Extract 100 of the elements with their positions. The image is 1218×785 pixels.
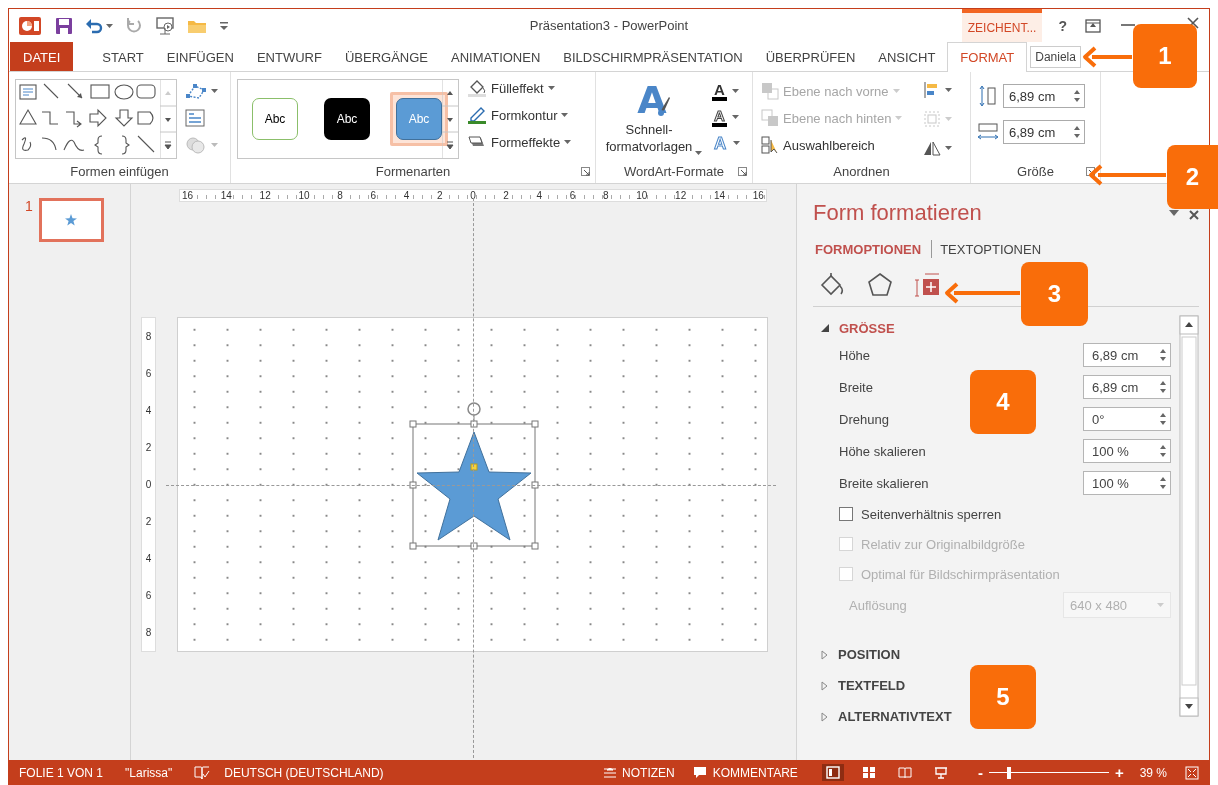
section-header[interactable]: ALTERNATIVTEXT [838, 709, 952, 724]
caret-icon [895, 116, 903, 120]
section-header[interactable]: TEXTFELD [838, 678, 906, 693]
text-box-shape-icon[interactable] [19, 84, 37, 100]
ribbon-tab[interactable]: ANSICHT [867, 42, 947, 71]
collapsed-icon[interactable] [821, 649, 828, 660]
ruler-label: 14 [713, 190, 725, 201]
size-properties-icon[interactable] [915, 272, 941, 298]
scrollbar[interactable] [1179, 315, 1199, 717]
pane-tab[interactable]: TEXTOPTIONEN [938, 241, 1048, 257]
slide-thumbnail[interactable] [38, 198, 104, 242]
ribbon-tab[interactable]: BILDSCHIRMPRÄSENTATION [552, 42, 754, 71]
ribbon-tab[interactable]: ÜBERGÄNGE [333, 42, 439, 71]
line-shape-icon[interactable] [43, 83, 59, 99]
step-badge: 5 [970, 665, 1036, 729]
comments-button[interactable]: KOMMENTARE [692, 765, 798, 780]
slider-thumb[interactable] [1007, 766, 1012, 779]
oval-shape-icon[interactable] [114, 84, 134, 100]
save-icon[interactable] [55, 16, 73, 35]
style-gallery[interactable]: Abc Abc Abc [237, 79, 459, 159]
spin-field[interactable]: 100 % [1083, 439, 1171, 463]
section-header[interactable]: POSITION [838, 647, 901, 662]
ribbon-tab[interactable]: ENTWURF [245, 42, 333, 71]
spin-field[interactable]: 6,89 cm [1083, 343, 1171, 367]
zoom-in-button[interactable]: + [1114, 764, 1124, 781]
left-brace-shape-icon[interactable] [94, 135, 103, 155]
ruler-label: 4 [403, 190, 410, 201]
ribbon-button[interactable]: Auswahlbereich [761, 133, 911, 157]
arrow [1082, 46, 1132, 68]
collapsed-icon[interactable] [821, 711, 828, 722]
ribbon-tab[interactable]: EINFÜGEN [155, 42, 245, 71]
fit-to-window-icon[interactable] [1185, 765, 1199, 780]
ribbon-button[interactable] [923, 79, 952, 101]
language: DEUTSCH (DEUTSCHLAND) [224, 765, 384, 780]
ribbon-tab[interactable]: ÜBERPRÜFEN [754, 42, 867, 71]
text-box-icon[interactable] [185, 109, 205, 127]
ribbon-button[interactable]: Formkontur [467, 103, 572, 127]
section-header[interactable]: GRÖSSE [839, 320, 895, 336]
spin-field[interactable]: 6,89 cm [1083, 375, 1171, 399]
pane-tab[interactable]: FORMOPTIONEN [813, 241, 928, 257]
zoom-level: 39 % [1139, 765, 1167, 780]
text-format-button[interactable]: A [712, 79, 741, 103]
step-badge: 1 [1133, 24, 1197, 88]
dialog-launcher-icon[interactable] [738, 167, 747, 176]
view-button[interactable] [821, 764, 844, 781]
down-arrow-shape-icon[interactable] [114, 109, 134, 127]
pane-title: Form formatieren [813, 200, 982, 226]
close-icon[interactable] [1189, 210, 1199, 220]
paint-bucket-icon[interactable] [819, 272, 845, 298]
freeform-shape-icon[interactable] [21, 137, 32, 151]
ruler-label: 10 [298, 190, 310, 201]
checkbox[interactable] [839, 507, 853, 521]
context-tab-label: ZEICHENT... [961, 9, 1043, 42]
edit-shape-icon[interactable] [185, 82, 207, 100]
dialog-launcher-icon[interactable] [581, 167, 590, 176]
ribbon-button[interactable]: Formeffekte [467, 130, 572, 154]
spin-field[interactable]: 6,89 cm [1003, 84, 1085, 108]
arc-shape-icon[interactable] [41, 137, 57, 151]
ruler-label: 14 [220, 190, 232, 201]
collapsed-icon[interactable] [821, 680, 828, 691]
ruler-label: 4 [536, 190, 543, 201]
customize-icon[interactable] [219, 20, 229, 31]
right-arrow-shape-icon[interactable] [89, 108, 107, 128]
window-title: Präsentation3 - PowerPoint [529, 18, 689, 33]
theme-name: "Larissa" [125, 765, 173, 780]
caret-icon [564, 140, 572, 144]
reading-view-icon [897, 766, 912, 779]
right-brace-shape-icon[interactable] [121, 135, 130, 155]
send-backward-icon [761, 109, 779, 127]
ribbon-tab[interactable]: DATEI [10, 42, 74, 71]
flowchart-shape-icon[interactable] [137, 111, 154, 125]
ribbon-display-icon[interactable] [1085, 18, 1101, 33]
line-shape-icon[interactable] [137, 135, 155, 153]
undo-icon[interactable] [85, 17, 103, 34]
expanded-icon[interactable] [821, 324, 829, 332]
ribbon-button[interactable]: Fülleffekt [467, 76, 572, 100]
spell-check-icon[interactable] [194, 765, 211, 780]
spin-field[interactable]: 6,89 cm [1003, 120, 1085, 144]
triangle-shape-icon[interactable] [19, 108, 37, 125]
pentagon-icon[interactable] [867, 272, 893, 298]
ribbon-tab[interactable]: START [91, 42, 155, 71]
shape-height-icon [977, 85, 999, 107]
zoom-out-button[interactable]: - [977, 764, 983, 781]
caret-icon [731, 89, 739, 93]
presenter-icon[interactable] [155, 16, 175, 35]
ribbon-tab[interactable]: FORMAT [947, 42, 1028, 72]
spin-field[interactable]: 100 % [1083, 471, 1171, 495]
curve-shape-icon[interactable] [63, 139, 85, 151]
notes-button[interactable]: NOTIZEN [604, 765, 675, 780]
dialog-launcher-icon[interactable] [1086, 167, 1095, 176]
ribbon-tab[interactable]: ANIMATIONEN [440, 42, 552, 71]
elbow-arrow-shape-icon[interactable] [65, 111, 82, 128]
rounded-rectangle-shape-icon[interactable] [136, 84, 156, 99]
normal-view-icon [825, 766, 840, 779]
ruler-label: 10 [636, 190, 648, 201]
arrow-shape-icon[interactable] [67, 83, 83, 99]
shape-gallery[interactable] [15, 79, 177, 159]
quick-styles-button[interactable]: A Schnell- formatvorlagen [602, 79, 706, 159]
help-button[interactable]: ? [1058, 17, 1067, 34]
spin-field[interactable]: 0° [1083, 407, 1171, 431]
